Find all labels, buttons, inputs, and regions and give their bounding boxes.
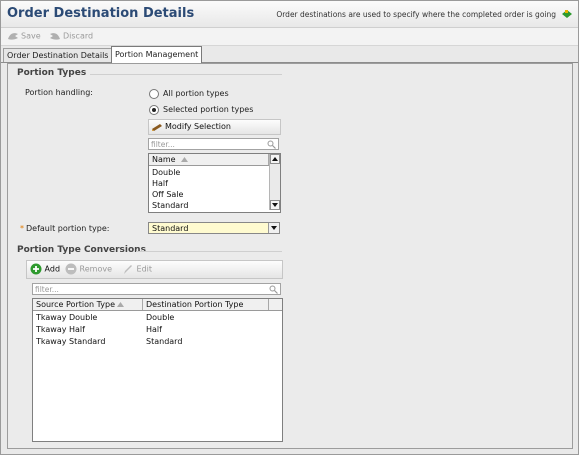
source-cell: Tkaway Double: [36, 313, 98, 322]
add-button[interactable]: Add: [30, 263, 60, 275]
edit-label: Edit: [136, 264, 153, 274]
edit-button[interactable]: Edit: [122, 263, 152, 275]
search-icon: [267, 140, 276, 149]
list-item[interactable]: Standard: [149, 200, 269, 212]
column-header-name[interactable]: Name: [149, 154, 269, 165]
save-button[interactable]: Save: [7, 31, 41, 41]
portion-types-divider: [90, 74, 282, 75]
destination-cell: Double: [146, 313, 175, 322]
conversions-table-header: Source Portion Type Destination Portion …: [33, 299, 282, 311]
default-portion-type-value: Standard: [152, 224, 189, 233]
conversions-legend: Portion Type Conversions: [17, 245, 146, 255]
remove-label: Remove: [79, 264, 113, 274]
destination-cell: Half: [146, 325, 162, 334]
add-label: Add: [44, 264, 61, 274]
discard-button[interactable]: Discard: [49, 31, 93, 41]
save-icon: [8, 33, 18, 40]
scroll-up-button[interactable]: [270, 154, 280, 164]
sort-arrow-icon: [117, 302, 124, 307]
scroll-up-icon: [272, 157, 278, 161]
portion-management-panel: Portion Types Portion handling: All port…: [7, 63, 573, 449]
table-row[interactable]: Tkaway Double Double: [33, 312, 282, 324]
toolbar: Save Discard: [1, 28, 578, 46]
sort-arrow-icon: [181, 157, 188, 162]
scroll-down-button[interactable]: [270, 200, 280, 210]
discard-label: Discard: [63, 31, 94, 41]
default-portion-type-label-text: Default portion type:: [26, 224, 110, 233]
portion-list-header: Name: [149, 154, 269, 166]
portion-list-scrollbar[interactable]: [269, 154, 280, 210]
list-item-label: Standard: [152, 201, 189, 210]
dropdown-button[interactable]: [268, 223, 279, 233]
dropdown-arrow-icon: [271, 226, 277, 230]
source-cell: Tkaway Half: [36, 325, 85, 334]
column-header-source-label: Source Portion Type: [36, 300, 115, 309]
column-header-name-label: Name: [152, 155, 176, 164]
column-header-destination-portion-type[interactable]: Destination Portion Type: [143, 299, 269, 310]
conversions-table: Source Portion Type Destination Portion …: [32, 298, 283, 442]
remove-icon: [65, 263, 77, 275]
tab-bar: Order Destination Details Portion Manage…: [1, 46, 578, 63]
conversion-filter-input[interactable]: filter...: [32, 283, 281, 295]
conversions-divider: [136, 251, 282, 252]
portion-types-legend: Portion Types: [17, 68, 87, 78]
radio-selected-portion-types[interactable]: [149, 105, 159, 115]
default-portion-type-label: * Default portion type:: [20, 224, 109, 233]
page-title: Order Destination Details: [7, 6, 195, 21]
conversion-filter-placeholder: filter...: [35, 285, 59, 294]
header-hint: Order destinations are used to specify w…: [276, 10, 556, 19]
conversions-toolbar: Add Remove Edit: [26, 260, 283, 279]
radio-all-portion-types[interactable]: [149, 89, 159, 99]
portion-filter-input[interactable]: filter...: [148, 138, 279, 150]
order-destination-window: Order Destination Details Order destinat…: [0, 0, 579, 455]
portion-filter-placeholder: filter...: [151, 140, 175, 149]
modify-selection-button[interactable]: Modify Selection: [148, 119, 281, 135]
tab-portion-management[interactable]: Portion Management: [111, 46, 203, 63]
column-header-source-portion-type[interactable]: Source Portion Type: [33, 299, 143, 310]
save-label: Save: [21, 31, 41, 41]
radio-selected-portion-types-label: Selected portion types: [163, 105, 254, 114]
scroll-down-icon: [272, 203, 278, 207]
column-header-destination-label: Destination Portion Type: [146, 300, 244, 309]
remove-button[interactable]: Remove: [65, 263, 112, 275]
portion-types-list: Name Double Half Off Sale Standard: [148, 153, 281, 213]
green-arrow-icon: [562, 10, 572, 18]
tab-order-destination-details[interactable]: Order Destination Details: [3, 48, 113, 62]
search-icon: [269, 285, 278, 294]
add-icon: [30, 263, 42, 275]
discard-icon: [50, 33, 60, 40]
edit-icon: [124, 265, 132, 274]
source-cell: Tkaway Standard: [36, 337, 106, 346]
required-asterisk: *: [20, 224, 24, 233]
table-row[interactable]: Tkaway Half Half: [33, 324, 282, 336]
modify-selection-icon: [152, 124, 162, 131]
modify-selection-label: Modify Selection: [165, 122, 231, 131]
default-portion-type-select[interactable]: Standard: [148, 222, 280, 234]
radio-all-portion-types-label: All portion types: [163, 89, 229, 98]
portion-handling-label: Portion handling:: [25, 88, 93, 97]
header-bar: Order Destination Details Order destinat…: [1, 1, 578, 28]
table-row[interactable]: Tkaway Standard Standard: [33, 336, 282, 348]
destination-cell: Standard: [146, 337, 183, 346]
